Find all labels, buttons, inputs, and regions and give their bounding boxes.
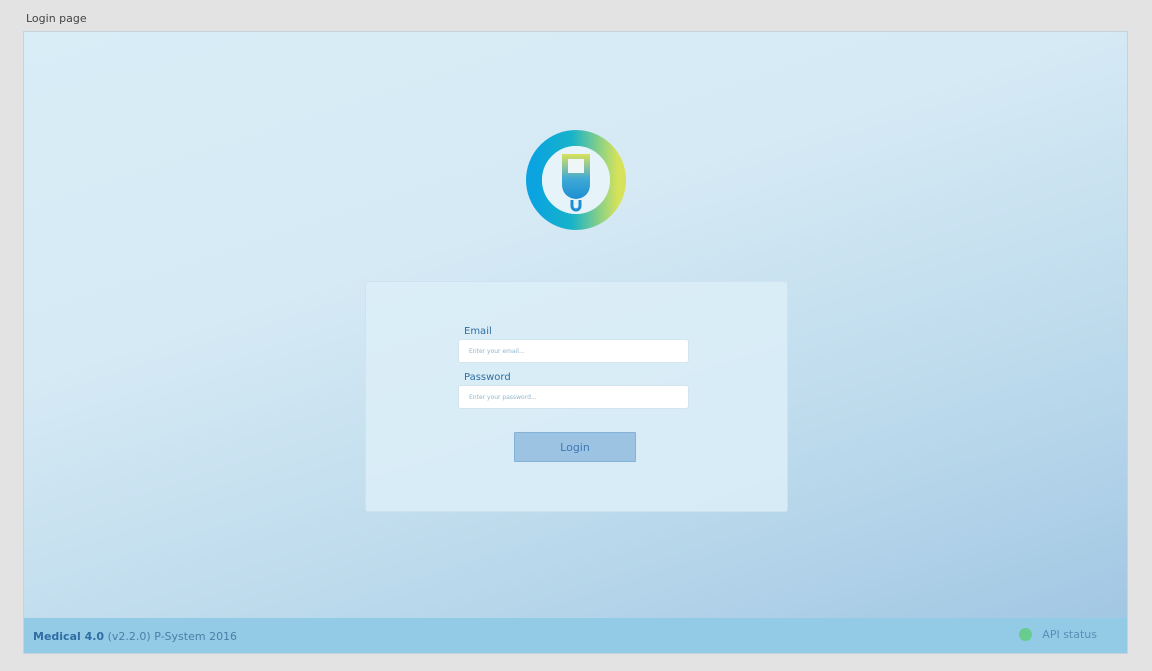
app-version: (v2.2.0) xyxy=(107,630,151,643)
password-input[interactable] xyxy=(458,385,689,409)
window-caption: Login page xyxy=(26,12,87,25)
email-label: Email xyxy=(464,326,492,337)
login-button[interactable]: Login xyxy=(514,432,636,462)
api-status-label: API status xyxy=(1042,628,1097,641)
footer-bar: Medical 4.0 (v2.2.0) P-System 2016 API s… xyxy=(24,618,1127,653)
login-screen: Email Password Login Medical 4.0 (v2.2.0… xyxy=(23,31,1128,654)
login-card: Email Password Login xyxy=(365,281,788,512)
app-name: Medical 4.0 xyxy=(33,630,105,643)
status-dot-icon xyxy=(1019,628,1033,641)
iv-bag-logo-icon xyxy=(526,130,626,230)
company-label: P-System 2016 xyxy=(154,630,238,643)
footer-info: Medical 4.0 (v2.2.0) P-System 2016 xyxy=(33,630,237,643)
api-status: API status xyxy=(1019,628,1097,641)
password-label: Password xyxy=(464,372,511,383)
email-input[interactable] xyxy=(458,339,689,363)
